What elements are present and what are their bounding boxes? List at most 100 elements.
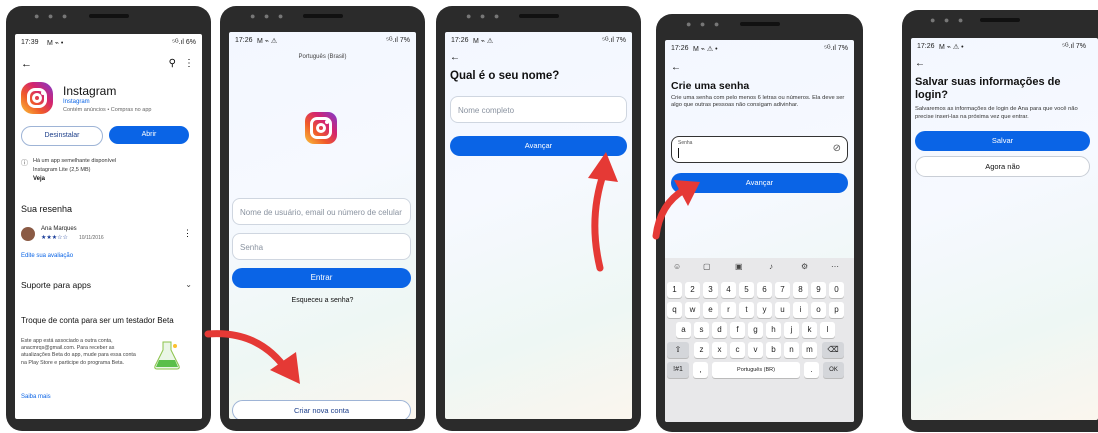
key[interactable]: 9 [811,282,826,298]
key[interactable]: o [811,302,826,318]
back-arrow-icon[interactable]: ← [450,52,460,63]
key[interactable]: e [703,302,718,318]
open-button[interactable]: Abrir [109,126,189,144]
key[interactable]: p [829,302,844,318]
phone-3-top: ● ● ● [436,6,641,26]
uninstall-button[interactable]: Desinstalar [21,126,103,146]
key[interactable]: b [766,342,781,358]
info-icon: ⓘ [21,160,28,167]
full-name-input[interactable]: Nome completo [450,96,627,123]
key[interactable]: k [802,322,817,338]
more-icon[interactable]: ⋯ [831,262,839,271]
phone-1-screen: 17:39 M ⌁ • ⁵ᴳ.ıl 6% ← ⚲ ⋮ Instagram Ins… [15,34,202,419]
key[interactable]: h [766,322,781,338]
key[interactable]: q [667,302,682,318]
phone-1-top: ● ● ● [6,6,211,26]
image-icon[interactable]: ▣ [735,262,743,271]
key[interactable]: y [757,302,772,318]
edit-review-link[interactable]: Edite sua avaliação [21,253,73,259]
key[interactable]: 4 [721,282,736,298]
backspace-key[interactable]: ⌫ [822,342,844,358]
mic-icon[interactable]: ♪ [769,262,773,271]
annotation-arrow-3 [652,180,700,240]
username-input[interactable]: Nome de usuário, email ou número de celu… [232,198,411,225]
create-account-button[interactable]: Criar nova conta [232,400,411,419]
review-more-icon[interactable]: ⋮ [183,228,192,239]
symbols-key[interactable]: !#1 [667,362,689,378]
status-time: 17:39 [21,39,39,46]
more-menu-icon[interactable]: ⋮ [184,58,194,69]
status-right: ⁵ᴳ.ıl 7% [602,37,626,44]
key[interactable]: 1 [667,282,682,298]
back-arrow-icon[interactable]: ← [915,58,925,69]
password-input[interactable]: Senha [232,233,411,260]
key[interactable]: 5 [739,282,754,298]
key[interactable]: v [748,342,763,358]
key[interactable]: w [685,302,700,318]
key[interactable]: 3 [703,282,718,298]
key[interactable]: r [721,302,736,318]
shift-key[interactable]: ⇧ [667,342,689,358]
key[interactable]: a [676,322,691,338]
forgot-password-link[interactable]: Esqueceu a senha? [229,297,416,304]
password-desc: Crie uma senha com pelo menos 6 letras o… [671,95,845,109]
status-time: 17:26 [917,43,935,50]
developer-link[interactable]: Instagram [63,99,90,105]
password-title: Crie uma senha [671,80,750,92]
status-icons: M ⌁ • [47,40,64,47]
phone-1: ● ● ● 17:39 M ⌁ • ⁵ᴳ.ıl 6% ← ⚲ ⋮ Instagr… [6,6,211,431]
language-selector[interactable]: Português (Brasil) [229,54,416,60]
key[interactable]: t [739,302,754,318]
key[interactable]: z [694,342,709,358]
learn-more-link[interactable]: Saiba mais [21,394,51,400]
key[interactable]: l [820,322,835,338]
key[interactable]: x [712,342,727,358]
key[interactable]: g [748,322,763,338]
key[interactable]: i [793,302,808,318]
key[interactable]: s [694,322,709,338]
key[interactable]: u [775,302,790,318]
settings-icon[interactable]: ⚙ [801,262,808,271]
similar-app-link[interactable]: Veja [33,176,45,182]
back-arrow-icon[interactable]: ← [21,58,32,70]
key[interactable]: j [784,322,799,338]
space-key[interactable]: Português (BR) [712,362,800,378]
name-title: Qual é o seu nome? [450,70,560,82]
similar-app-text: Há um app semelhante disponível [33,158,117,164]
status-icons: M ⌁ ⚠ • [693,46,718,53]
key[interactable]: m [802,342,817,358]
app-name: Instagram [63,84,117,98]
app-meta: Contém anúncios • Compras no app [63,107,152,113]
password-input[interactable]: Senha ⊘ [671,136,848,163]
key[interactable]: 0 [829,282,844,298]
period-key[interactable]: . [804,362,819,378]
status-bar: 17:26 M ⌁ ⚠ • ⁵ᴳ.ıl 7% [671,45,848,57]
login-button[interactable]: Entrar [232,268,411,288]
support-section[interactable]: Suporte para apps [21,280,91,290]
save-button[interactable]: Salvar [915,131,1090,151]
status-right: ⁵ᴳ.ıl 7% [386,37,410,44]
status-bar: 17:26 M ⌁ ⚠ ⁵ᴳ.ıl 7% [451,37,626,49]
emoji-icon[interactable]: ☺ [673,262,681,271]
key[interactable]: c [730,342,745,358]
status-time: 17:26 [671,45,689,52]
instagram-logo-icon [305,112,337,144]
key[interactable]: d [712,322,727,338]
back-arrow-icon[interactable]: ← [671,62,681,73]
comma-key[interactable]: , [693,362,708,378]
chevron-down-icon[interactable]: ⌄ [185,280,192,289]
key[interactable]: 6 [757,282,772,298]
not-now-button[interactable]: Agora não [915,156,1090,177]
status-time: 17:26 [235,37,253,44]
key[interactable]: 8 [793,282,808,298]
eye-off-icon[interactable]: ⊘ [833,143,841,154]
search-icon[interactable]: ⚲ [169,58,176,69]
key[interactable]: 2 [685,282,700,298]
clipboard-icon[interactable]: ▢ [703,262,711,271]
similar-app-size: Instagram Lite (2,5 MB) [33,167,91,173]
phone-2-top: ● ● ● [220,6,425,26]
ok-key[interactable]: OK [823,362,844,378]
key[interactable]: 7 [775,282,790,298]
key[interactable]: n [784,342,799,358]
key[interactable]: f [730,322,745,338]
